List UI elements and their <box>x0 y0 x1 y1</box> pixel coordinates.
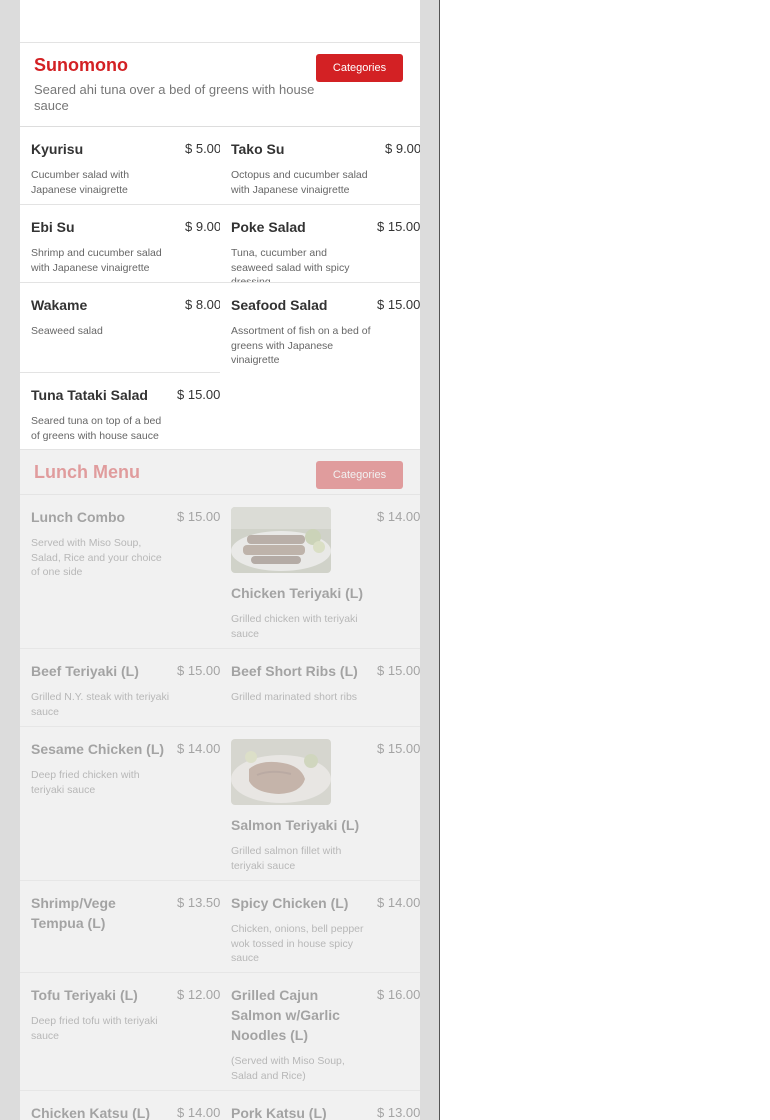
menu-item-tofu-teriyaki[interactable]: Tofu Teriyaki (L) $ 12.00 Deep fried tof… <box>20 973 220 1090</box>
menu-item-lunch-combo[interactable]: Lunch Combo $ 15.00 Served with Miso Sou… <box>20 495 220 648</box>
item-description: Grilled N.Y. steak with teriyaki sauce <box>31 691 170 718</box>
previous-section-end <box>20 0 420 43</box>
sunomono-header: Sunomono Seared ahi tuna over a bed of g… <box>20 43 420 127</box>
menu-item-pork-katsu[interactable]: Pork Katsu (L) $ 13.00 <box>220 1091 420 1120</box>
menu-row: Wakame $ 8.00 Seaweed salad Seafood Sala… <box>20 283 420 373</box>
item-name: Tofu Teriyaki (L) <box>31 987 138 1003</box>
item-description: Cucumber salad with Japanese vinaigrette <box>31 169 130 196</box>
sunomono-section: Sunomono Seared ahi tuna over a bed of g… <box>20 43 420 450</box>
item-name: Seafood Salad <box>231 297 328 313</box>
item-name: Kyurisu <box>31 141 84 157</box>
item-description: Deep fried tofu with teriyaki sauce <box>31 1015 158 1042</box>
salmon-teriyaki-photo <box>231 739 331 805</box>
item-price: $ 9.00 <box>185 219 220 234</box>
menu-item-wakame[interactable]: Wakame $ 8.00 Seaweed salad <box>20 283 220 373</box>
menu-item-salmon-teriyaki[interactable]: Salmon Teriyaki (L) $ 15.00 Grilled salm… <box>220 727 420 880</box>
item-description: Assortment of fish on a bed of greens wi… <box>231 325 371 366</box>
item-price: $ 16.00 <box>377 987 420 1002</box>
item-price: $ 15.00 <box>377 297 420 312</box>
item-description: Deep fried chicken with teriyaki sauce <box>31 769 140 796</box>
item-price: $ 14.00 <box>177 741 220 756</box>
menu-item-tuna-tataki-salad[interactable]: Tuna Tataki Salad $ 15.00 Seared tuna on… <box>20 373 220 449</box>
menu-item-beef-teriyaki[interactable]: Beef Teriyaki (L) $ 15.00 Grilled N.Y. s… <box>20 649 220 726</box>
section-description: Seared ahi tuna over a bed of greens wit… <box>34 82 315 113</box>
categories-button[interactable]: Categories <box>316 461 403 489</box>
item-name: Pork Katsu (L) <box>231 1105 327 1120</box>
item-price: $ 14.00 <box>377 509 420 524</box>
item-price: $ 13.50 <box>177 895 220 910</box>
item-description: Shrimp and cucumber salad with Japanese … <box>31 247 162 274</box>
item-description: Served with Miso Soup, Salad, Rice and y… <box>31 537 162 578</box>
menu-row: Ebi Su $ 9.00 Shrimp and cucumber salad … <box>20 205 420 283</box>
item-price: $ 13.00 <box>377 1105 420 1120</box>
item-price: $ 15.00 <box>377 663 420 678</box>
categories-button[interactable]: Categories <box>316 54 403 82</box>
menu-row: Lunch Combo $ 15.00 Served with Miso Sou… <box>20 495 420 649</box>
item-price: $ 15.00 <box>377 219 420 234</box>
lunch-menu-header: Lunch Menu Categories <box>20 450 420 495</box>
item-price: $ 15.00 <box>377 741 420 756</box>
menu-item-poke-salad[interactable]: Poke Salad $ 15.00 Tuna, cucumber and se… <box>220 205 420 282</box>
item-description: Chicken, onions, bell pepper wok tossed … <box>231 923 364 964</box>
menu-row: Beef Teriyaki (L) $ 15.00 Grilled N.Y. s… <box>20 649 420 727</box>
item-description: Grilled salmon fillet with teriyaki sauc… <box>231 845 342 872</box>
section-title: Lunch Menu <box>34 462 140 482</box>
item-price: $ 12.00 <box>177 987 220 1002</box>
item-name: Lunch Combo <box>31 509 126 525</box>
menu-row: Sesame Chicken (L) $ 14.00 Deep fried ch… <box>20 727 420 881</box>
chicken-teriyaki-photo <box>231 507 331 573</box>
menu-item-shrimp-vege-tempura[interactable]: Shrimp/Vege Tempua (L) $ 13.50 <box>20 881 220 972</box>
item-price: $ 14.00 <box>177 1105 220 1120</box>
item-price: $ 14.00 <box>377 895 420 910</box>
item-name: Spicy Chicken (L) <box>231 895 349 911</box>
item-name: Shrimp/Vege Tempua (L) <box>31 895 116 931</box>
item-name: Beef Teriyaki (L) <box>31 663 139 679</box>
item-description: Octopus and cucumber salad with Japanese… <box>231 169 368 196</box>
menu-item-ebi-su[interactable]: Ebi Su $ 9.00 Shrimp and cucumber salad … <box>20 205 220 282</box>
item-name: Salmon Teriyaki (L) <box>231 817 360 833</box>
menu-row: Tuna Tataki Salad $ 15.00 Seared tuna on… <box>20 373 420 450</box>
item-name: Wakame <box>31 297 88 313</box>
menu-item-chicken-katsu[interactable]: Chicken Katsu (L) $ 14.00 <box>20 1091 220 1120</box>
menu-row: Kyurisu $ 5.00 Cucumber salad with Japan… <box>20 127 420 205</box>
left-gutter <box>0 0 20 1120</box>
item-name: Chicken Katsu (L) <box>31 1105 151 1120</box>
menu-row: Shrimp/Vege Tempua (L) $ 13.50 Spicy Chi… <box>20 881 420 973</box>
item-description: Seaweed salad <box>31 325 103 337</box>
item-description: (Served with Miso Soup, Salad and Rice) <box>231 1055 345 1082</box>
menu-item-seafood-salad[interactable]: Seafood Salad $ 15.00 Assortment of fish… <box>220 283 420 373</box>
item-name: Grilled Cajun Salmon w/Garlic Noodles (L… <box>231 987 340 1043</box>
item-price: $ 9.00 <box>385 141 420 156</box>
menu-item-spicy-chicken[interactable]: Spicy Chicken (L) $ 14.00 Chicken, onion… <box>220 881 420 972</box>
menu-item-sesame-chicken[interactable]: Sesame Chicken (L) $ 14.00 Deep fried ch… <box>20 727 220 880</box>
item-description: Tuna, cucumber and seaweed salad with sp… <box>231 247 350 282</box>
item-name: Poke Salad <box>231 219 306 235</box>
menu-row: Chicken Katsu (L) $ 14.00 Pork Katsu (L)… <box>20 1091 420 1120</box>
item-name: Tuna Tataki Salad <box>31 387 148 403</box>
right-rail <box>420 0 440 1120</box>
section-title: Sunomono <box>34 55 128 75</box>
item-price: $ 15.00 <box>177 387 220 402</box>
item-name: Beef Short Ribs (L) <box>231 663 358 679</box>
item-name: Chicken Teriyaki (L) <box>231 585 364 601</box>
item-price: $ 15.00 <box>177 663 220 678</box>
item-price: $ 5.00 <box>185 141 220 156</box>
item-name: Ebi Su <box>31 219 75 235</box>
item-price: $ 15.00 <box>177 509 220 524</box>
item-name: Tako Su <box>231 141 285 157</box>
menu-column[interactable]: Sunomono Seared ahi tuna over a bed of g… <box>20 0 420 1120</box>
item-description: Seared tuna on top of a bed of greens wi… <box>31 415 162 442</box>
menu-item-chicken-teriyaki[interactable]: Chicken Teriyaki (L) $ 14.00 Grilled chi… <box>220 495 420 648</box>
menu-row: Tofu Teriyaki (L) $ 12.00 Deep fried tof… <box>20 973 420 1091</box>
item-price: $ 8.00 <box>185 297 220 312</box>
lunch-menu-section: Lunch Menu Categories Lunch Combo $ 15.0… <box>20 450 420 1120</box>
menu-item-beef-short-ribs[interactable]: Beef Short Ribs (L) $ 15.00 Grilled mari… <box>220 649 420 726</box>
menu-item-kyurisu[interactable]: Kyurisu $ 5.00 Cucumber salad with Japan… <box>20 127 220 204</box>
item-description: Grilled marinated short ribs <box>231 691 358 703</box>
menu-item-grilled-cajun-salmon[interactable]: Grilled Cajun Salmon w/Garlic Noodles (L… <box>220 973 420 1090</box>
item-description: Grilled chicken with teriyaki sauce <box>231 613 358 640</box>
menu-item-tako-su[interactable]: Tako Su $ 9.00 Octopus and cucumber sala… <box>220 127 420 204</box>
item-name: Sesame Chicken (L) <box>31 741 165 757</box>
